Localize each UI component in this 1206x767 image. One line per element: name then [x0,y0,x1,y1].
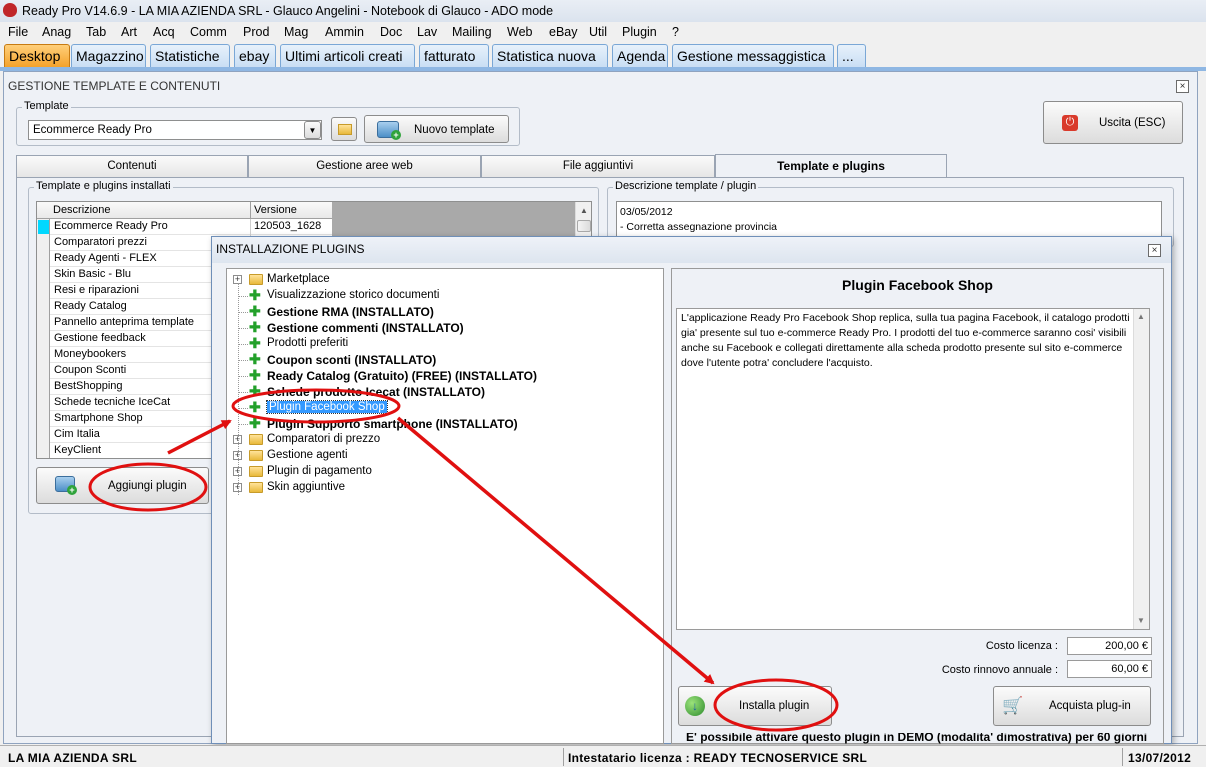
status-license: Intestatario licenza : READY TECNOSERVIC… [568,751,868,765]
annotation-circle-add [88,462,208,512]
annotation-arrow-1 [167,419,232,455]
status-divider [563,748,564,766]
annotation-circle-plugin [231,388,401,424]
status-date: 13/07/2012 [1128,751,1192,765]
annotation-overlay [88,388,839,732]
annotation-arrow-2 [396,416,715,685]
annotation-circle-install [713,678,839,732]
status-divider [1122,748,1123,766]
status-company: LA MIA AZIENDA SRL [8,751,137,765]
status-bar: LA MIA AZIENDA SRL Intestatario licenza … [0,745,1206,767]
